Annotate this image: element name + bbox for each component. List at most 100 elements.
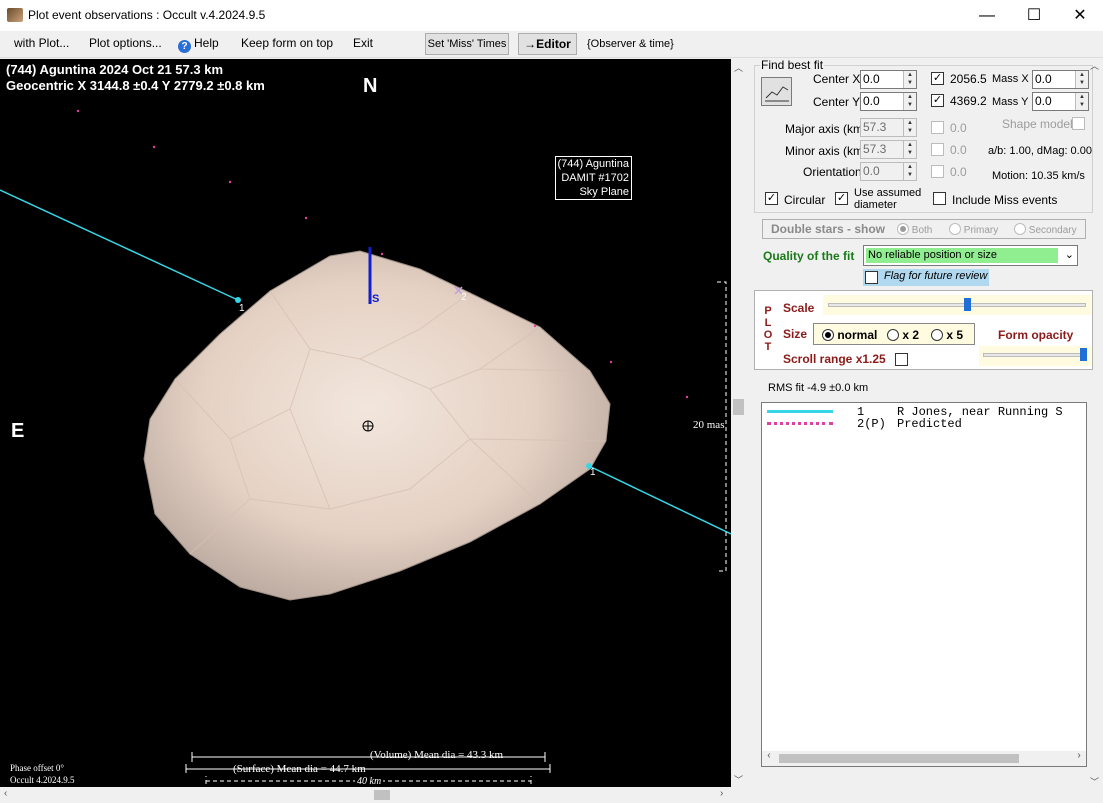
y-fit-checkbox[interactable]: ✓ <box>931 94 944 107</box>
size-x2-radio[interactable]: x 2 <box>887 328 919 342</box>
radio-both[interactable]: Both <box>897 223 932 236</box>
major-check-value: 0.0 <box>950 121 967 135</box>
use-assumed-checkbox[interactable]: ✓ <box>835 192 848 205</box>
chord-1-line-east <box>588 465 731 535</box>
size-normal-label: normal <box>837 328 878 342</box>
fit-chart-button[interactable] <box>761 77 792 106</box>
plot-panel: PLOT Scale Size normal x 2 x 5 Form opac… <box>754 290 1093 370</box>
minimize-button[interactable]: — <box>964 0 1010 31</box>
observer-legend[interactable]: 1 R Jones, near Running S 2(P) Predicted… <box>761 402 1087 767</box>
opacity-slider[interactable] <box>979 346 1091 366</box>
chord-1-label-a: 1 <box>239 303 245 314</box>
center-x-label: Center X <box>813 72 861 86</box>
diameter-label: diameter <box>854 199 897 211</box>
chord-1-line-west <box>0 189 241 302</box>
menu-help[interactable]: ? Help <box>178 36 219 53</box>
legend-2-text: Predicted <box>897 417 962 431</box>
quality-value: No reliable position or size <box>866 248 1058 263</box>
major-axis-value: 57.3 <box>863 120 887 134</box>
quality-label: Quality of the fit <box>763 249 855 263</box>
circular-checkbox[interactable]: ✓ <box>765 192 778 205</box>
flag-review-checkbox[interactable] <box>865 271 878 284</box>
radio-primary-indicator <box>949 223 961 235</box>
size-x2-label: x 2 <box>902 328 920 342</box>
legend-scroll-thumb[interactable] <box>779 754 1019 763</box>
shape-model-checkbox[interactable] <box>1072 117 1085 130</box>
fit-chart-icon <box>765 86 789 102</box>
minor-check-value: 0.0 <box>950 143 967 157</box>
app-icon <box>7 8 23 22</box>
plot-area[interactable]: (744) Aguntina 2024 Oct 21 57.3 km Geoce… <box>0 59 731 787</box>
size-x5-label: x 5 <box>946 328 964 342</box>
quality-select[interactable]: No reliable position or size ⌄ <box>863 245 1078 266</box>
center-y-input[interactable]: 0.0 ▲ ▼ <box>860 92 917 111</box>
radio-secondary-indicator <box>1014 223 1026 235</box>
scroll-range-label: Scroll range x1.25 <box>783 352 886 366</box>
flag-review-row[interactable]: Flag for future review <box>863 269 989 286</box>
center-x-input[interactable]: 0.0 ▲ ▼ <box>860 70 917 89</box>
y-fit-value: 4369.2 <box>950 94 987 108</box>
close-button[interactable]: ✕ <box>1057 0 1103 31</box>
radio-secondary-label: Secondary <box>1028 225 1077 236</box>
orientation-label: Orientation <box>803 165 862 179</box>
minor-axis-checkbox[interactable] <box>931 143 944 156</box>
legend-2-line <box>767 422 833 425</box>
radio-primary[interactable]: Primary <box>949 223 998 236</box>
observer-time-label[interactable]: {Observer & time} <box>587 38 674 50</box>
plot-vertical-scrollbar[interactable]: ︿ ﹀ <box>731 59 746 787</box>
menu-with-plot[interactable]: with Plot... <box>14 36 69 50</box>
legend-hscrollbar[interactable]: ‹ › <box>762 751 1086 766</box>
volume-dia-label: (Volume) Mean dia = 43.3 km <box>370 749 504 761</box>
major-axis-input[interactable]: 57.3 ▲ ▼ <box>860 118 917 137</box>
scroll-range-checkbox[interactable] <box>895 353 908 366</box>
plot-horizontal-scrollbar[interactable]: ‹ › <box>0 787 731 803</box>
include-miss-checkbox[interactable] <box>933 192 946 205</box>
size-radio-group: normal x 2 x 5 <box>813 323 975 345</box>
scale-slider-thumb[interactable] <box>963 298 971 311</box>
mass-x-input[interactable]: 0.0 ▲ ▼ <box>1032 70 1089 89</box>
phase-offset-label: Phase offset 0° <box>10 763 64 773</box>
editor-button[interactable]: →Editor <box>518 33 577 55</box>
plot-side-letters: PLOT <box>763 305 773 353</box>
x-fit-checkbox[interactable]: ✓ <box>931 72 944 85</box>
major-axis-checkbox[interactable] <box>931 121 944 134</box>
menu-exit[interactable]: Exit <box>353 36 373 50</box>
minor-axis-input[interactable]: 57.3 ▲ ▼ <box>860 140 917 159</box>
north-label: N <box>363 75 378 97</box>
motion-label: Motion: 10.35 km/s <box>992 170 1085 182</box>
orientation-input[interactable]: 0.0 ▲ ▼ <box>860 162 917 181</box>
vertical-scroll-thumb[interactable] <box>733 399 744 415</box>
orientation-checkbox[interactable] <box>931 165 944 178</box>
chord-2-label: 2 <box>461 292 467 303</box>
mas-label: 20 mas <box>693 419 725 431</box>
set-miss-times-button[interactable]: Set 'Miss' Times <box>425 33 509 55</box>
legend-1-line <box>767 410 833 413</box>
maximize-button[interactable]: ☐ <box>1011 0 1057 31</box>
right-panel-scrollbar[interactable]: ︿ ﹀ <box>1086 59 1103 787</box>
horizontal-scroll-thumb[interactable] <box>374 790 390 800</box>
scale-slider[interactable] <box>823 295 1091 315</box>
size-x5-radio[interactable]: x 5 <box>931 328 963 342</box>
menu-keep-on-top[interactable]: Keep form on top <box>241 36 333 50</box>
radio-secondary[interactable]: Secondary <box>1014 223 1077 236</box>
major-axis-label: Major axis (km) <box>785 122 868 136</box>
form-opacity-label: Form opacity <box>998 328 1074 342</box>
chevron-down-icon: ⌄ <box>1064 249 1074 261</box>
east-label: E <box>11 420 25 442</box>
radio-primary-label: Primary <box>963 225 999 236</box>
minor-axis-label: Minor axis (km) <box>785 144 868 158</box>
mass-y-value: 0.0 <box>1035 94 1052 108</box>
menu-plot-options[interactable]: Plot options... <box>89 36 162 50</box>
south-marker-label: S <box>372 293 380 305</box>
window-title: Plot event observations : Occult v.4.202… <box>28 8 266 22</box>
mass-y-label: Mass Y <box>992 96 1029 108</box>
shape-model-label: Shape model <box>1002 117 1073 131</box>
menu-bar: with Plot... Plot options... ? Help Keep … <box>0 31 1103 58</box>
mass-y-input[interactable]: 0.0 ▲ ▼ <box>1032 92 1089 111</box>
size-normal-indicator <box>822 329 834 341</box>
size-normal-radio[interactable]: normal <box>822 328 877 342</box>
scale-label: Scale <box>783 301 815 315</box>
km-scale-label: 40 km <box>355 776 384 787</box>
surface-dia-label: (Surface) Mean dia = 44.7 km <box>233 763 366 775</box>
radio-both-indicator <box>897 223 909 235</box>
